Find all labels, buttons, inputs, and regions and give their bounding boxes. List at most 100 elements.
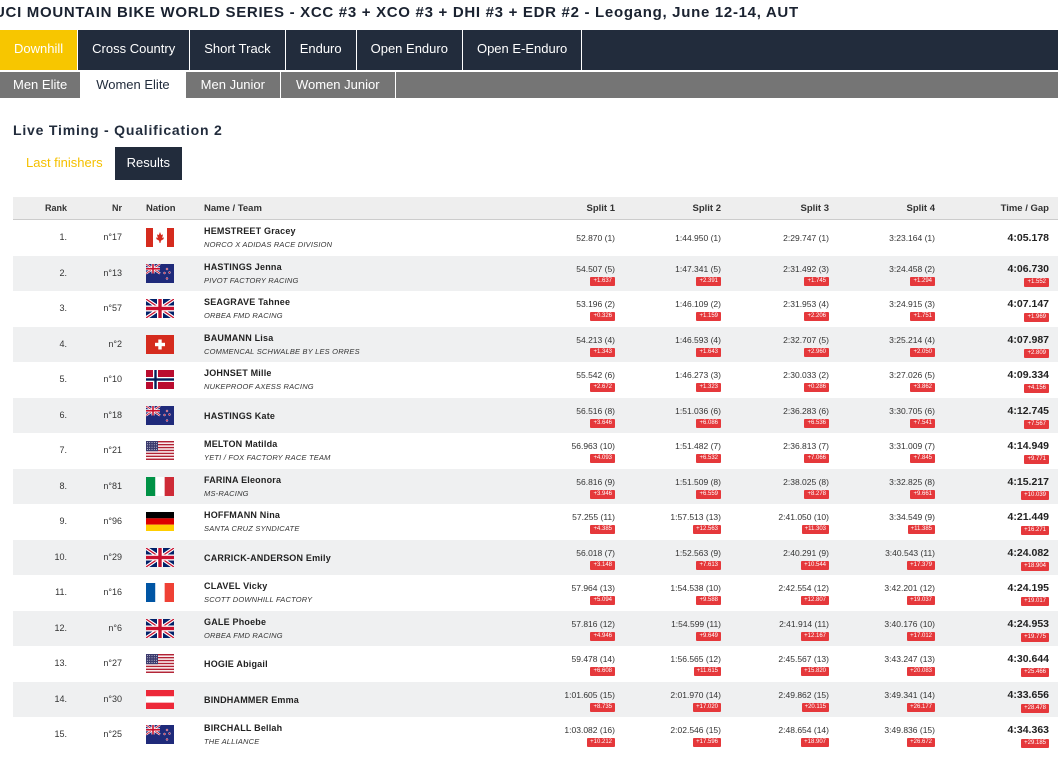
team-name: MS-RACING [204,488,249,498]
table-row[interactable]: 11. n°16 CLAVEL Vicky SCOTT DOWNHILL FACTOR… [13,575,1058,611]
split-time: 1:46.273 (3) [675,370,721,380]
table-row[interactable]: 5. n°10 JOHNSET Mille NUKEPROOF AXESS RACIN… [13,362,1058,398]
gap-badge: +12.563 [693,525,721,534]
tab-last-finishers[interactable]: Last finishers [14,147,115,180]
split-1-cell: 57.964 (13) +5.094 [533,575,615,605]
rider-name[interactable]: HOFFMANN Nina [204,510,300,520]
split-2-cell: 1:56.565 (12) +11.615 [637,646,721,676]
rider-name[interactable]: FARINA Eleonora [204,475,281,485]
gap-badge: +7.567 [1024,419,1049,429]
gap-badge: +9.588 [696,596,721,605]
gap-badge: +3.148 [590,560,615,570]
table-row[interactable]: 7. n°21 MELTON Matilda YETI / FOX FACTORY R… [13,433,1058,469]
gap-badge: +19.037 [907,596,935,605]
time-gap-cell: 4:05.178 [959,220,1049,244]
table-row[interactable]: 3. n°57 SEAGRAVE Tahnee ORBEA FMD RACING 53.… [13,291,1058,327]
time-gap-cell: 4:15.217 +10.039 [959,469,1049,500]
rider-name[interactable]: MELTON Matilda [204,439,331,449]
split-3-cell: 2:45.567 (13) +15.820 [743,646,829,676]
table-row[interactable]: 10. n°29 CARRICK-ANDERSON Emily 56.018 (7) +… [13,539,1058,575]
table-row[interactable]: 1. n°17 HEMSTREET Gracey NORCO X ADIDAS RAC… [13,220,1058,256]
gap-badge: +4.385 [590,525,615,534]
bib-number-cell: n°25 [103,729,122,739]
gap-badge: +4.093 [590,454,615,463]
gap-badge: +17.379 [907,560,935,570]
team-name: YETI / FOX FACTORY RACE TEAM [204,453,331,462]
split-2-cell: 1:57.513 (13) +12.563 [637,504,721,534]
rider-name[interactable]: BAUMANN Lisa [204,333,360,343]
rider-name[interactable]: GALE Phoebe [204,617,283,627]
rank-cell: 9. [59,516,67,526]
rider-name[interactable]: HASTINGS Jenna [204,262,299,272]
rider-name[interactable]: HASTINGS Kate [204,411,275,421]
table-row[interactable]: 4. n°2 BAUMANN Lisa COMMENCAL SCHWALBE BY L… [13,326,1058,362]
split-1-cell: 55.542 (6) +2.672 [533,362,615,392]
gap-badge: +1.343 [590,347,615,357]
gap-badge: +17.596 [693,738,721,747]
table-row[interactable]: 14. n°30 BINDHAMMER Emma 1:01.605 (15) +8.73… [13,681,1058,717]
bib-number-cell: n°2 [108,338,122,349]
tab-open-e-enduro[interactable]: Open E-Enduro [463,30,583,70]
finish-time: 4:21.449 [1007,511,1049,523]
gap-badge: +26.672 [907,738,935,747]
rider-cell: CARRICK-ANDERSON Emily [204,553,331,563]
table-row[interactable]: 12. n°6 GALE Phoebe ORBEA FMD RACING 57.816 … [13,610,1058,646]
split-3-cell: 2:42.554 (12) +12.807 [743,575,829,605]
table-row[interactable]: 9. n°96 HOFFMANN Nina SANTA CRUZ SYNDICATE 5… [13,504,1058,540]
split-time: 2:45.567 (13) [778,654,829,664]
split-1-cell: 56.963 (10) +4.093 [533,433,615,463]
time-gap-cell: 4:30.644 +25.466 [959,646,1049,677]
split-3-cell: 2:38.025 (8) +8.278 [743,469,829,499]
gap-badge: +19.017 [1021,597,1049,606]
rider-name[interactable]: SEAGRAVE Tahnee [204,297,290,307]
table-row[interactable]: 6. n°18 HASTINGS Kate 56.516 (8) +3.646 1:51.… [13,397,1058,433]
gap-badge: +1.637 [590,276,615,286]
gap-badge: +0.326 [590,312,615,321]
rider-name[interactable]: CARRICK-ANDERSON Emily [204,553,331,563]
tab-men-junior[interactable]: Men Junior [186,72,281,98]
split-2-cell: 1:47.341 (5) +2.391 [637,256,721,286]
table-row[interactable]: 13. n°27 HOGIE Abigail 59.478 (14) +6.608 1:5… [13,646,1058,682]
table-row[interactable]: 15. n°25 BIRCHALL Bellah THE ALLIANCE 1:03.0… [13,717,1058,753]
gap-badge: +1.552 [1024,277,1049,287]
rider-name[interactable]: HEMSTREET Gracey [204,226,332,236]
table-row[interactable]: 8. n°81 FARINA Eleonora MS-RACING 56.816 (9)… [13,468,1058,504]
tab-open-enduro[interactable]: Open Enduro [357,30,463,70]
split-time: 3:32.825 (8) [889,476,935,487]
flag-sui-icon [146,334,174,354]
split-time: 3:34.549 (9) [889,512,935,522]
split-3-cell: 2:36.283 (6) +6.536 [743,398,829,428]
gap-badge: +2.391 [696,276,721,286]
rank-cell: 15. [54,729,67,739]
table-row[interactable]: 2. n°13 HASTINGS Jenna PIVOT FACTORY RACING… [13,255,1058,291]
split-4-cell: 3:34.549 (9) +11.385 [849,504,935,534]
bib-number-cell: n°81 [103,480,122,491]
split-3-cell: 2:40.291 (9) +10.544 [743,540,829,570]
split-1-cell: 56.018 (7) +3.148 [533,540,615,570]
split-3-cell: 2:31.492 (3) +1.745 [743,256,829,286]
tab-downhill[interactable]: Downhill [0,30,79,70]
time-gap-cell: 4:34.363 +29.185 [959,717,1049,748]
rider-name[interactable]: BIRCHALL Bellah [204,723,282,733]
tab-women-junior[interactable]: Women Junior [281,72,396,98]
split-4-cell: 3:42.201 (12) +19.037 [849,575,935,605]
tab-men-elite[interactable]: Men Elite [0,72,82,98]
gap-badge: +17.012 [907,631,935,641]
finish-time: 4:33.656 [1007,688,1049,701]
rider-name[interactable]: JOHNSET Mille [204,368,314,378]
team-name: PIVOT FACTORY RACING [204,275,299,285]
split-time: 57.964 (13) [571,583,615,593]
rider-name[interactable]: CLAVEL Vicky [204,581,312,591]
timing-sub-tabs: Last finishers Results [14,147,182,180]
tab-enduro[interactable]: Enduro [286,30,357,70]
tab-results[interactable]: Results [114,147,182,180]
tab-women-elite[interactable]: Women Elite [81,72,186,98]
split-time: 2:41.914 (11) [779,618,829,629]
time-gap-cell: 4:14.949 +9.771 [959,433,1049,464]
tab-short-track[interactable]: Short Track [190,30,286,70]
tab-cross-country[interactable]: Cross Country [78,30,191,70]
rider-name[interactable]: BINDHAMMER Emma [204,695,299,705]
rider-name[interactable]: HOGIE Abigail [204,659,268,669]
bib-number-cell: n°10 [103,374,122,384]
rider-cell: BIRCHALL Bellah THE ALLIANCE [204,723,282,746]
